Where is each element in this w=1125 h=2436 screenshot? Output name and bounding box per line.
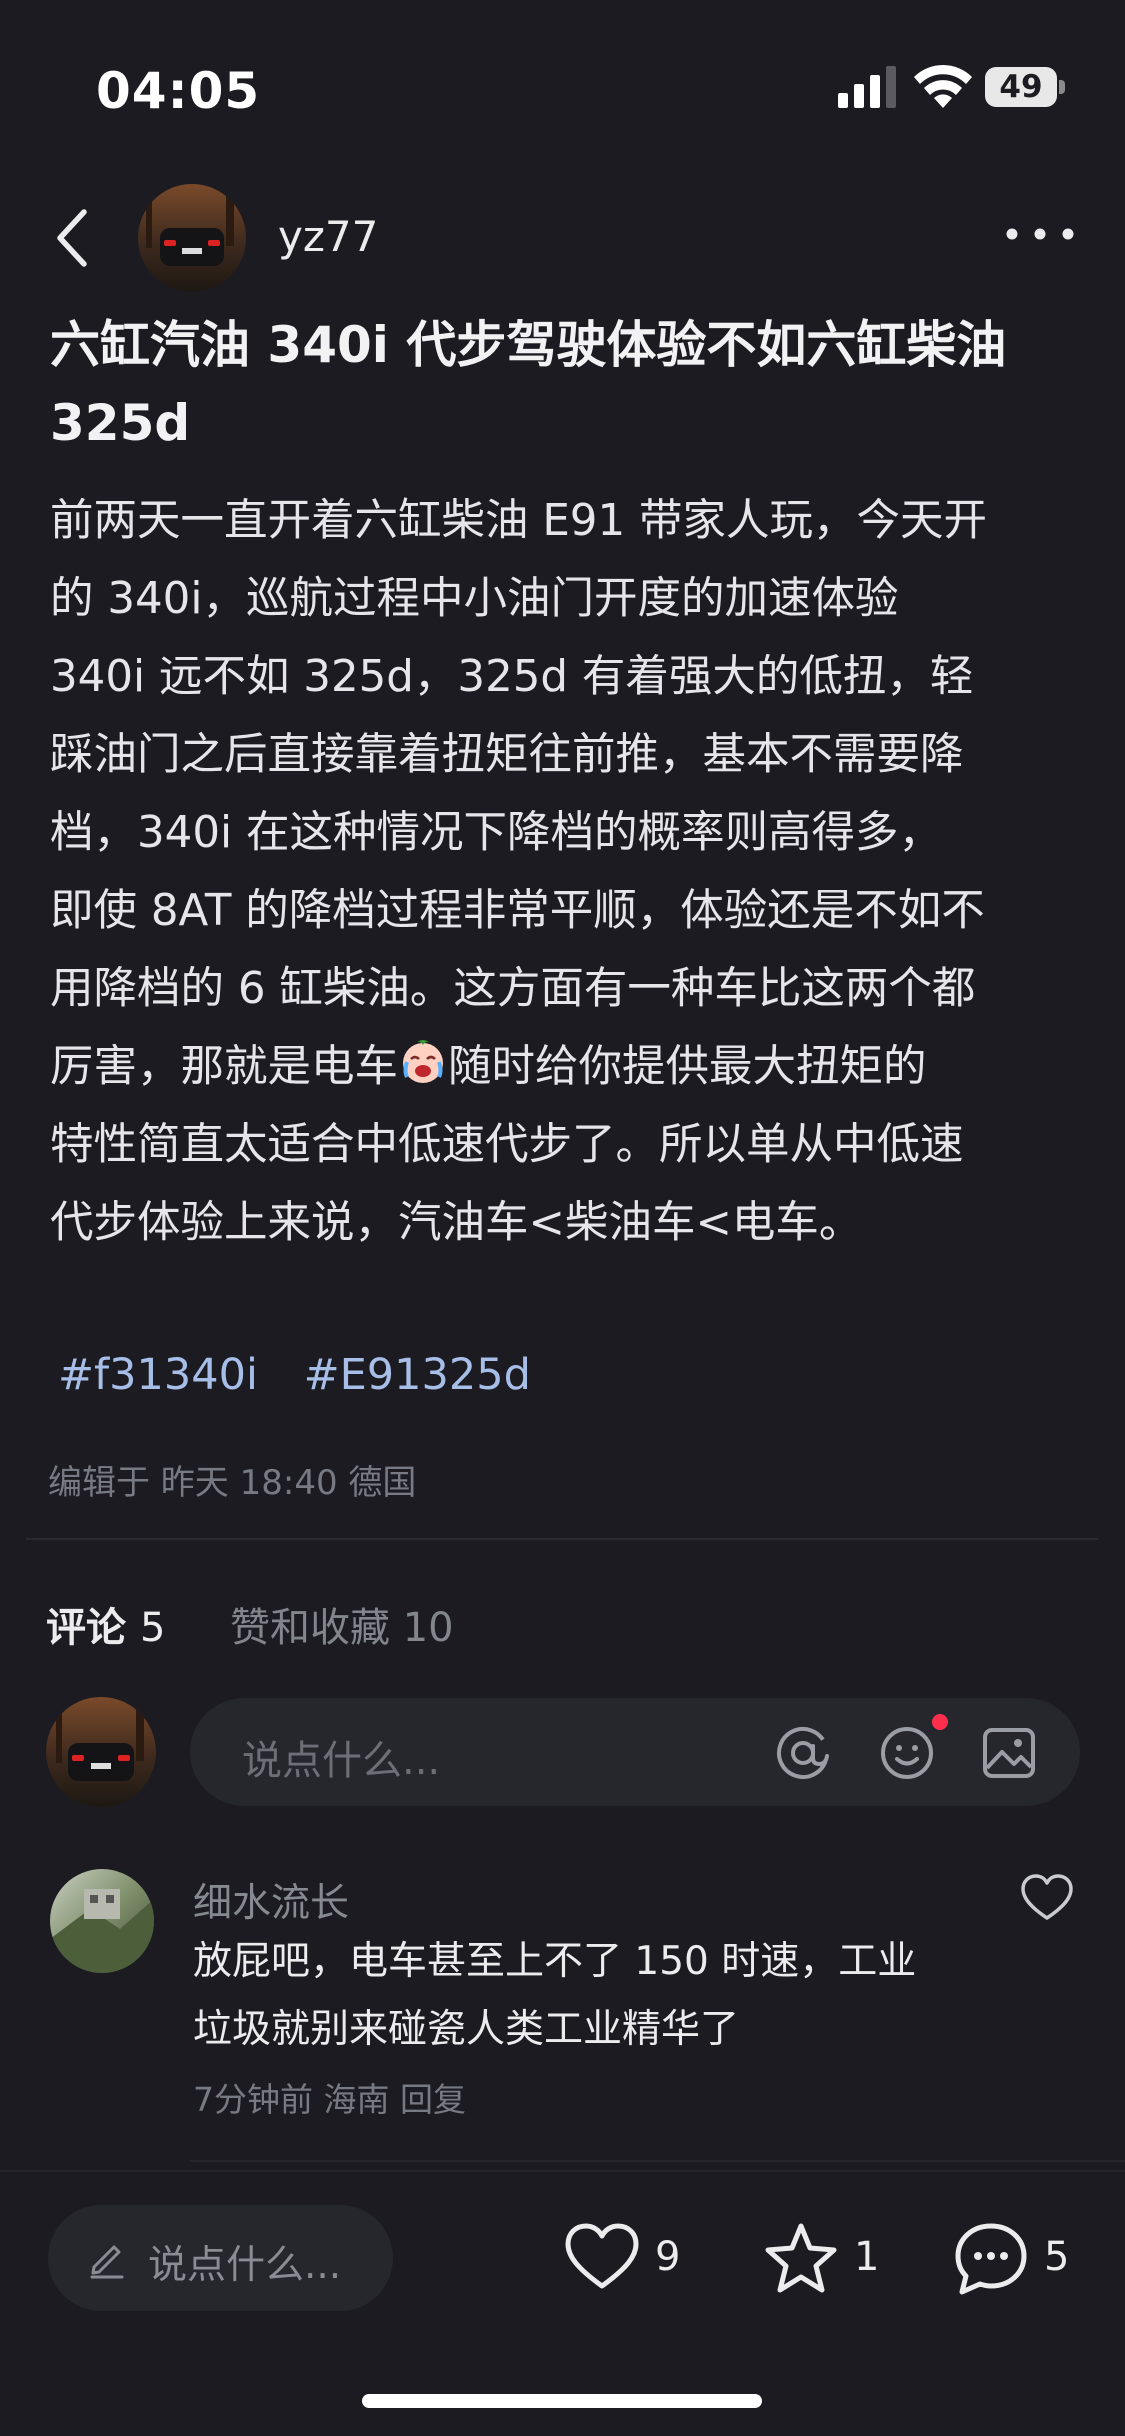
comment-input[interactable]: 说点什么...	[190, 1698, 1080, 1806]
hashtag-list: #f31340i #E91325d	[58, 1350, 563, 1400]
post-title-line: 六缸汽油 340i 代步驾驶体验不如六缸柴油	[50, 316, 1007, 374]
post-body-line: 厉害，那就是电车 随时给你提供最大扭矩的	[50, 1028, 1090, 1106]
author-name[interactable]: yz77	[278, 212, 378, 261]
chevron-left-icon[interactable]	[48, 206, 98, 270]
post-body-segment: 厉害，那就是电车	[50, 1042, 398, 1092]
image-icon[interactable]	[980, 1724, 1038, 1782]
comment-text-line: 垃圾就别来碰瓷人类工业精华了	[193, 2007, 740, 2052]
battery-level: 49	[999, 69, 1043, 105]
bottom-comment-placeholder: 说点什么...	[148, 2243, 342, 2288]
author-avatar[interactable]	[138, 184, 246, 292]
pencil-icon	[90, 2245, 124, 2279]
divider	[190, 2160, 1125, 2162]
post-body-line: 代步体验上来说，汽油车<柴油车<电车。	[50, 1198, 863, 1248]
comment-meta[interactable]: 7分钟前 海南 回复	[193, 2073, 466, 2121]
post-body-line: 340i 远不如 325d，325d 有着强大的低扭，轻	[50, 652, 974, 702]
post-body-line: 用降档的 6 缸柴油。这方面有一种车比这两个都	[50, 964, 976, 1014]
battery-icon: 49	[985, 67, 1065, 107]
nav-bar: yz77	[0, 176, 1125, 298]
hashtag-link[interactable]: #E91325d	[304, 1350, 531, 1400]
comment-count: 5	[1044, 2234, 1070, 2280]
post-body-line: 档，340i 在这种情况下降档的概率则高得多，	[50, 808, 942, 858]
post-body-line: 的 340i，巡航过程中小油门开度的加速体验	[50, 574, 899, 624]
status-time: 04:05	[96, 62, 261, 120]
home-indicator[interactable]	[362, 2394, 762, 2408]
tab-comments-count: 5	[139, 1605, 166, 1651]
commenter-avatar[interactable]	[50, 1869, 154, 1973]
post-title-line: 325d	[50, 394, 191, 452]
divider	[26, 1538, 1099, 1540]
heart-icon[interactable]	[1019, 1872, 1075, 1924]
notification-dot	[932, 1714, 948, 1730]
comment-input-placeholder: 说点什么...	[242, 1738, 441, 1784]
more-dots-icon[interactable]	[1002, 216, 1078, 252]
post-body-line: 踩油门之后直接靠着扭矩往前推，基本不需要降	[50, 730, 964, 780]
post-body: 前两天一直开着六缸柴油 E91 带家人玩，今天开 的 340i，巡航过程中小油门…	[50, 482, 1090, 1262]
comment-item: 细水流长 放屁吧，电车甚至上不了 150 时速，工业 垃圾就别来碰瓷人类工业精华…	[0, 1860, 1125, 2162]
comment-author[interactable]: 细水流长	[193, 1872, 349, 1928]
post-meta: 编辑于 昨天 18:40 德国	[48, 1463, 417, 1503]
tab-comments[interactable]: 评论 5	[46, 1595, 165, 1653]
bottom-comment-input[interactable]: 说点什么...	[48, 2205, 393, 2311]
my-avatar	[46, 1697, 156, 1807]
like-count: 9	[655, 2234, 681, 2280]
post-body-segment: 随时给你提供最大扭矩的	[448, 1042, 927, 1092]
tab-likes-favorites[interactable]: 赞和收藏 10	[230, 1595, 454, 1653]
wifi-icon	[914, 64, 972, 108]
crying-laughing-emoji-icon	[403, 1040, 443, 1083]
cellular-signal-icon	[838, 66, 896, 108]
comment-text: 放屁吧，电车甚至上不了 150 时速，工业 垃圾就别来碰瓷人类工业精华了	[193, 1928, 993, 2064]
smiley-icon[interactable]	[878, 1724, 936, 1782]
comment-bubble-icon	[955, 2223, 1027, 2295]
post-body-line: 特性简直太适合中低速代步了。所以单从中低速	[50, 1120, 964, 1170]
post-title: 六缸汽油 340i 代步驾驶体验不如六缸柴油 325d	[50, 306, 1080, 462]
at-icon[interactable]	[774, 1724, 832, 1782]
favorite-count: 1	[854, 2234, 880, 2280]
comment-text-line: 放屁吧，电车甚至上不了 150 时速，工业	[193, 1939, 917, 1984]
star-icon	[765, 2223, 837, 2293]
status-bar: 04:05 49	[0, 0, 1125, 176]
post-body-line: 即使 8AT 的降档过程非常平顺，体验还是不如不	[50, 886, 985, 936]
hashtag-link[interactable]: #f31340i	[58, 1350, 258, 1400]
tab-comments-label: 评论	[46, 1605, 126, 1651]
post-body-line: 前两天一直开着六缸柴油 E91 带家人玩，今天开	[50, 496, 987, 546]
heart-icon	[565, 2223, 639, 2289]
